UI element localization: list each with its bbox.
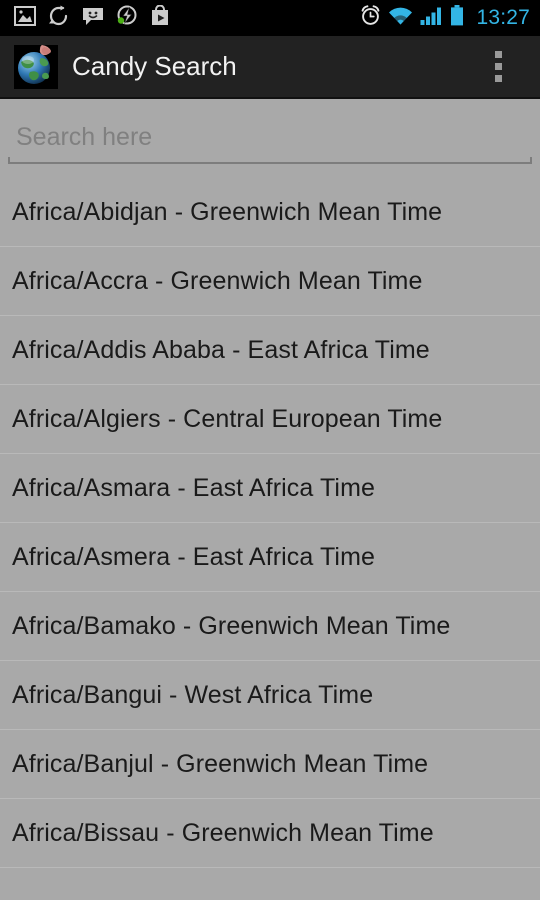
overflow-dot	[494, 63, 502, 70]
chat-smiley-icon	[82, 6, 104, 31]
search-underline-tick-right	[530, 157, 532, 164]
timezone-list[interactable]: Africa/Abidjan - Greenwich Mean Time Afr…	[0, 178, 540, 868]
search-container	[0, 99, 540, 166]
overflow-dot	[494, 75, 502, 82]
glympse-icon	[116, 5, 138, 31]
status-bar-clock: 13:27	[476, 6, 530, 29]
search-box[interactable]	[8, 115, 532, 159]
list-item[interactable]: Africa/Bissau - Greenwich Mean Time	[0, 799, 540, 868]
wifi-icon	[388, 6, 413, 31]
list-item-label: Africa/Asmara - East Africa Time	[12, 473, 376, 502]
list-item[interactable]: Africa/Asmara - East Africa Time	[0, 454, 540, 523]
list-item[interactable]: Africa/Bangui - West Africa Time	[0, 661, 540, 730]
search-input[interactable]	[16, 122, 532, 152]
list-item[interactable]: Africa/Banjul - Greenwich Mean Time	[0, 730, 540, 799]
list-item-label: Africa/Bamako - Greenwich Mean Time	[12, 611, 451, 640]
globe-touch-icon[interactable]	[14, 44, 58, 89]
list-item-label: Africa/Abidjan - Greenwich Mean Time	[12, 197, 443, 226]
battery-icon	[450, 5, 464, 31]
action-bar: Candy Search	[0, 36, 540, 99]
sync-icon	[48, 5, 70, 31]
status-bar-system: 13:27	[360, 5, 530, 31]
overflow-dot	[494, 51, 502, 58]
list-item[interactable]: Africa/Asmera - East Africa Time	[0, 523, 540, 592]
status-bar: 13:27	[0, 0, 540, 36]
cell-signal-icon	[420, 6, 443, 31]
play-store-icon	[150, 4, 170, 31]
list-item[interactable]: Africa/Addis Ababa - East Africa Time	[0, 316, 540, 385]
list-item[interactable]: Africa/Abidjan - Greenwich Mean Time	[0, 178, 540, 247]
status-bar-notifications	[14, 4, 360, 31]
list-item-label: Africa/Bangui - West Africa Time	[12, 680, 374, 709]
list-item-label: Africa/Algiers - Central European Time	[12, 404, 443, 433]
list-item-label: Africa/Asmera - East Africa Time	[12, 542, 376, 571]
search-underline	[8, 157, 532, 166]
search-underline-bar	[8, 162, 532, 164]
list-item-label: Africa/Addis Ababa - East Africa Time	[12, 335, 430, 364]
overflow-menu-icon[interactable]	[478, 35, 518, 98]
list-item[interactable]: Africa/Accra - Greenwich Mean Time	[0, 247, 540, 316]
alarm-clock-icon	[360, 5, 381, 31]
list-item-label: Africa/Accra - Greenwich Mean Time	[12, 266, 423, 295]
list-item[interactable]: Africa/Algiers - Central European Time	[0, 385, 540, 454]
list-item[interactable]: Africa/Bamako - Greenwich Mean Time	[0, 592, 540, 661]
list-item-label: Africa/Banjul - Greenwich Mean Time	[12, 749, 429, 778]
image-icon	[14, 5, 36, 31]
page-title: Candy Search	[72, 51, 237, 81]
list-item-label: Africa/Bissau - Greenwich Mean Time	[12, 818, 434, 847]
